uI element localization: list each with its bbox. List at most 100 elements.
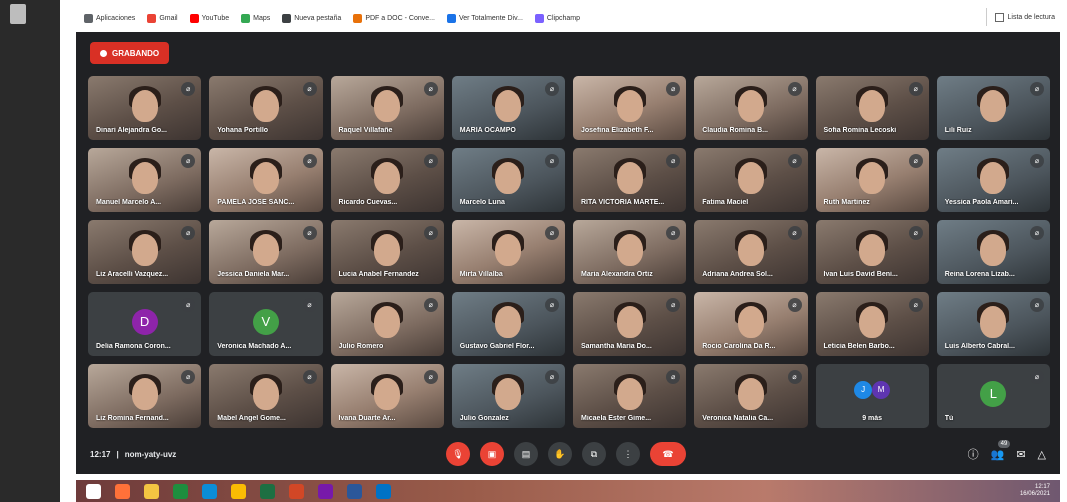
participant-tile[interactable]: ⌀ Mabel Angel Gome... (209, 364, 323, 428)
taskbar-powerpoint-icon[interactable] (289, 483, 304, 499)
meeting-time: 12:17 (90, 449, 111, 459)
participant-tile[interactable]: JM 9 más (815, 364, 929, 428)
participant-name: Reina Lorena Lizab... (944, 271, 1015, 278)
taskbar-onenote-icon[interactable] (318, 483, 333, 499)
people-button[interactable]: 👥 49 (991, 439, 1011, 461)
participant-tile[interactable]: ⌀ Manuel Marcelo A... (88, 148, 202, 212)
bookmark-item[interactable]: Aplicaciones (84, 13, 135, 23)
video-feed-face (374, 306, 401, 339)
bookmark-item[interactable]: Maps (241, 13, 270, 23)
mic-muted-icon: ⌀ (545, 82, 559, 96)
participant-name: Marcelo Luna (459, 199, 505, 206)
taskbar-word-icon[interactable] (347, 483, 362, 499)
mic-muted-icon: ⌀ (908, 154, 923, 168)
participant-tile[interactable]: ⌀ Liz Aracelli Vazquez... (88, 220, 202, 284)
video-feed-face (252, 234, 279, 267)
participant-tile[interactable]: ⌀ Ivan Luis David Beni... (815, 220, 929, 284)
bookmark-item[interactable]: YouTube (189, 13, 229, 23)
participant-tile[interactable]: ⌀ Leticia Belen Barbo... (815, 292, 929, 356)
participant-tile[interactable]: ⌀ Lili Ruiz (936, 76, 1050, 140)
video-feed-face (616, 378, 643, 411)
participant-tile[interactable]: ⌀ Maria Alexandra Ortiz (573, 220, 687, 284)
participant-tile[interactable]: ⌀ Fatima Maciel (694, 148, 808, 212)
participant-tile[interactable]: D ⌀ Delia Ramona Coron... (88, 292, 202, 356)
participant-tile[interactable]: ⌀ Ruth Martinez (815, 148, 929, 212)
bookmark-icon (189, 13, 199, 23)
participant-tile[interactable]: V ⌀ Veronica Machado A... (209, 292, 323, 356)
taskbar-excel-icon[interactable] (260, 483, 275, 499)
camera-off-icon: ▣ (487, 448, 497, 459)
participant-tile[interactable]: ⌀ Adriana Andrea Sol... (694, 220, 808, 284)
camera-toggle-button[interactable]: ▣ (480, 442, 504, 466)
taskbar-edge-icon[interactable] (202, 483, 217, 499)
mic-muted-icon: ⌀ (666, 370, 681, 384)
activities-icon[interactable]: △ (1038, 448, 1046, 461)
bookmark-item[interactable]: Gmail (147, 13, 178, 23)
mic-muted-icon: ⌀ (545, 370, 559, 384)
bookmark-item[interactable]: Ver Totalmente Div... (446, 13, 523, 23)
video-feed-face (252, 162, 279, 195)
right-controls: ⓘ 👥 49 ✉ △ (968, 439, 1046, 462)
taskbar-app-green-icon[interactable] (173, 483, 188, 499)
reading-list-icon (994, 12, 1004, 22)
participant-tile[interactable]: ⌀ MARIA OCAMPO (451, 76, 565, 140)
bookmark-item[interactable]: Nueva pestaña (282, 13, 341, 23)
participant-tile[interactable]: ⌀ Rocio Carolina Da R... (694, 292, 808, 356)
participant-name: Tú (944, 415, 954, 422)
mic-muted-icon: ⌀ (423, 370, 438, 384)
participant-tile[interactable]: L ⌀ Tú (936, 364, 1050, 428)
bookmark-item[interactable]: PDF a DOC - Conve... (353, 13, 435, 23)
participant-tile[interactable]: ⌀ Liz Romina Fernand... (88, 364, 202, 428)
participant-tile[interactable]: ⌀ Samantha Maria Do... (573, 292, 687, 356)
participant-tile[interactable]: ⌀ Yessica Paola Amari... (936, 148, 1050, 212)
participant-avatar: M (872, 380, 891, 399)
info-icon[interactable]: ⓘ (968, 446, 979, 462)
meeting-separator: | (116, 449, 119, 459)
taskbar-chrome-icon[interactable] (231, 483, 246, 499)
participant-tile[interactable]: ⌀ Lucia Anabel Fernandez (330, 220, 444, 284)
participant-tile[interactable]: ⌀ Luis Alberto Cabral... (936, 292, 1050, 356)
meet-window: GRABANDO ⌀ Dinari Alejandra Go... ⌀ Yohana … (76, 32, 1060, 474)
participant-name: Ivana Duarte Ar... (338, 415, 396, 422)
participant-tile[interactable]: ⌀ Gustavo Gabriel Flor... (451, 292, 565, 356)
participant-tile[interactable]: ⌀ Ivana Duarte Ar... (330, 364, 444, 428)
bookmark-label: Ver Totalmente Div... (458, 14, 523, 22)
participant-tile[interactable]: ⌀ Yohana Portillo (209, 76, 323, 140)
participant-name: Micaela Ester Gime... (581, 415, 652, 422)
video-feed-face (859, 162, 886, 195)
present-button[interactable]: ⧉ (582, 442, 606, 466)
taskbar-windows-icon[interactable] (86, 483, 101, 499)
captions-button[interactable]: ▤ (514, 442, 538, 466)
participant-tile[interactable]: ⌀ Sofia Romina Lecoski (815, 76, 929, 140)
participant-tile[interactable]: ⌀ Julio Gonzalez (451, 364, 565, 428)
participant-tile[interactable]: ⌀ Dinari Alejandra Go... (88, 76, 202, 140)
reading-list-button[interactable]: Lista de lectura (985, 8, 1055, 26)
participant-avatar: J (854, 380, 873, 399)
bookmark-item[interactable]: Clipchamp (534, 13, 580, 23)
participant-tile[interactable]: ⌀ Raquel Villafañe (330, 76, 444, 140)
raise-hand-button[interactable]: ✋ (548, 442, 572, 466)
video-feed-face (859, 234, 886, 267)
participant-tile[interactable]: ⌀ RITA VICTORIA MARTE... (573, 148, 687, 212)
participant-tile[interactable]: ⌀ Julio Romero (330, 292, 444, 356)
participant-tile[interactable]: ⌀ Veronica Natalia Ca... (694, 364, 808, 428)
taskbar-firefox-icon[interactable] (115, 483, 130, 499)
participant-tile[interactable]: ⌀ Jessica Daniela Mar... (209, 220, 323, 284)
mic-toggle-button[interactable]: 🎙 (446, 442, 470, 466)
more-options-button[interactable]: ⋮ (616, 442, 640, 466)
participant-tile[interactable]: ⌀ PAMELA JOSE SANC... (209, 148, 323, 212)
video-feed-face (131, 162, 158, 195)
participant-tile[interactable]: ⌀ Ricardo Cuevas... (330, 148, 444, 212)
participant-tile[interactable]: ⌀ Marcelo Luna (451, 148, 565, 212)
participant-tile[interactable]: ⌀ Micaela Ester Gime... (573, 364, 687, 428)
participant-tile[interactable]: ⌀ Josefina Elizabeth F... (573, 76, 687, 140)
mic-muted-icon: ⌀ (787, 370, 802, 384)
mic-muted-icon: ⌀ (302, 370, 317, 384)
participant-tile[interactable]: ⌀ Claudia Romina B... (694, 76, 808, 140)
leave-call-button[interactable]: ☎ (650, 442, 686, 466)
participant-tile[interactable]: ⌀ Mirta Villalba (451, 220, 565, 284)
chat-icon[interactable]: ✉ (1016, 448, 1025, 461)
participant-tile[interactable]: ⌀ Reina Lorena Lizab... (936, 220, 1050, 284)
taskbar-file-explorer-icon[interactable] (144, 483, 159, 499)
taskbar-outlook-icon[interactable] (376, 483, 391, 499)
